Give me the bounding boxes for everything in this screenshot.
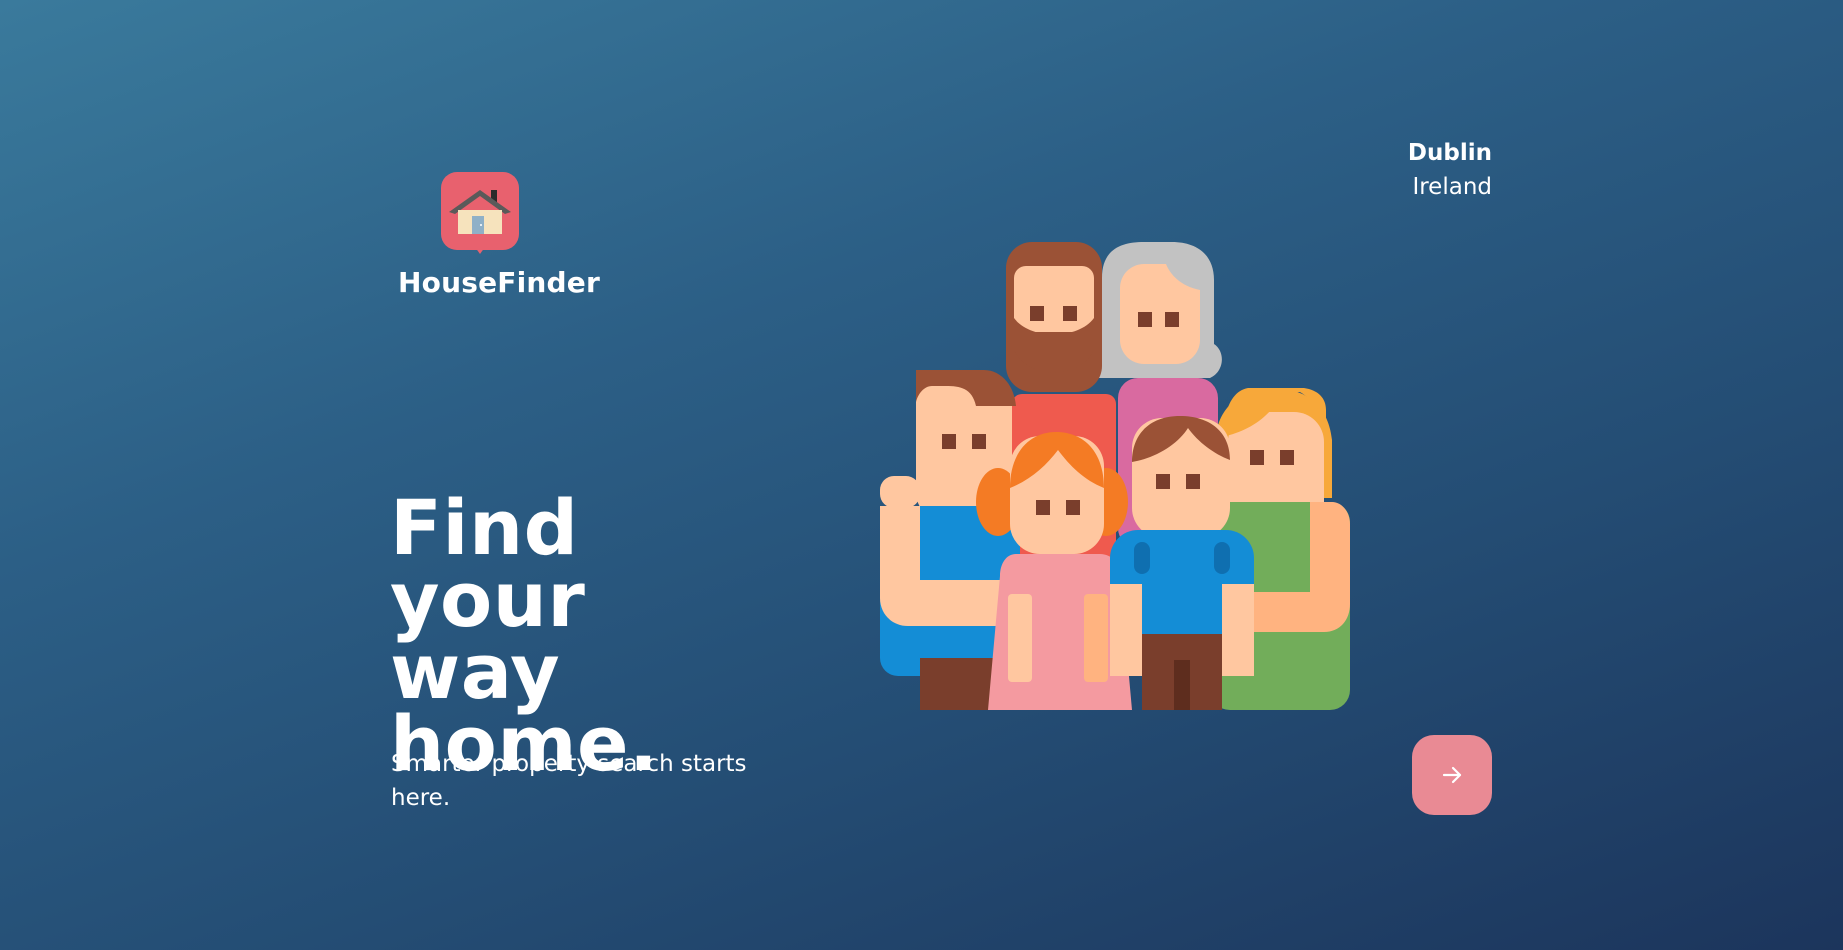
- location-info: Dublin Ireland: [1408, 136, 1492, 204]
- hero-title-line-1: Find your: [390, 483, 586, 644]
- next-arrow-button[interactable]: [1412, 735, 1492, 815]
- hero-title: Find your way home.: [390, 490, 770, 782]
- hero-subtitle: Smarter property search starts here.: [391, 751, 747, 811]
- location-country: Ireland: [1412, 174, 1492, 200]
- brand-name: HouseFinder: [398, 266, 600, 299]
- brand-logo[interactable]: HouseFinder: [398, 172, 600, 299]
- location-city: Dublin: [1407, 140, 1492, 166]
- arrow-right-icon: [1442, 766, 1462, 784]
- family-illustration: [880, 242, 1350, 710]
- house-pin-icon: [441, 172, 519, 254]
